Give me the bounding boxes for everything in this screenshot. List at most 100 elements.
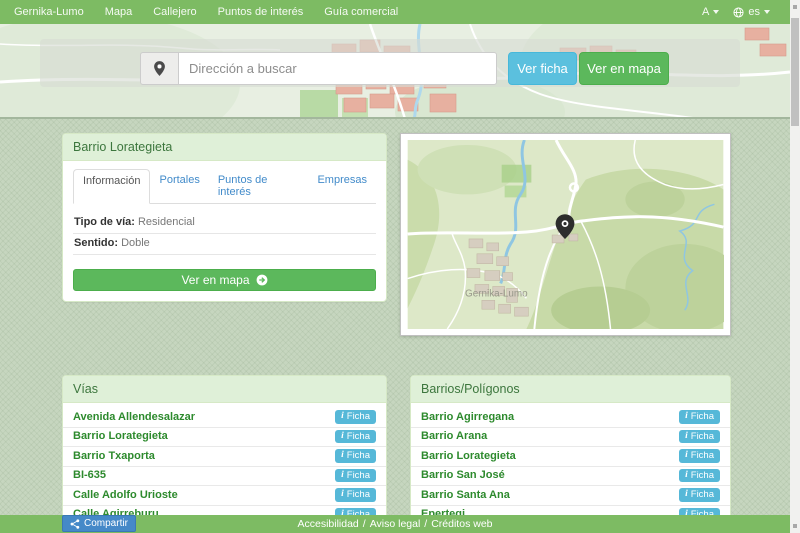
detail-tabs: Información Portales Puntos de interés E… bbox=[73, 169, 376, 204]
scroll-up-icon[interactable] bbox=[793, 5, 797, 9]
info-icon: i bbox=[685, 412, 688, 422]
barrio-link[interactable]: Barrio Santa Ana bbox=[421, 489, 510, 501]
list-item: Barrio Arana iFicha bbox=[411, 427, 730, 447]
share-icon bbox=[70, 519, 80, 529]
info-icon: i bbox=[685, 451, 688, 461]
brand-link[interactable]: Gernika-Lumo bbox=[14, 6, 84, 18]
field-tipo-de-via: Tipo de vía: Residencial bbox=[73, 213, 376, 234]
info-icon: i bbox=[341, 451, 344, 461]
detail-panel-body: Información Portales Puntos de interés E… bbox=[63, 161, 386, 301]
list-item: Barrio Txaporta iFicha bbox=[63, 446, 386, 466]
globe-icon bbox=[733, 7, 744, 18]
search-addon bbox=[140, 52, 178, 85]
caret-down-icon bbox=[713, 10, 719, 14]
vias-panel: Vías Avenida Allendesalazar iFicha Barri… bbox=[62, 375, 387, 527]
barrio-link[interactable]: Barrio Lorategieta bbox=[421, 450, 516, 462]
address-search-input[interactable] bbox=[178, 52, 497, 85]
ficha-badge[interactable]: iFicha bbox=[335, 410, 376, 424]
barrio-link[interactable]: Barrio San José bbox=[421, 469, 505, 481]
list-item: Barrio San José iFicha bbox=[411, 466, 730, 486]
field-sentido: Sentido: Doble bbox=[73, 234, 376, 255]
ficha-badge[interactable]: iFicha bbox=[679, 410, 720, 424]
card-ver-en-mapa-button[interactable]: Ver en mapa bbox=[73, 269, 376, 291]
barrios-panel: Barrios/Polígonos Barrio Agirregana iFic… bbox=[410, 375, 731, 527]
footer-link-aviso-legal[interactable]: Aviso legal bbox=[370, 518, 421, 530]
info-icon: i bbox=[341, 432, 344, 442]
ver-ficha-button[interactable]: Ver ficha bbox=[508, 52, 577, 85]
via-link[interactable]: Avenida Allendesalazar bbox=[73, 411, 195, 423]
font-size-dropdown[interactable]: A bbox=[702, 6, 719, 18]
barrio-link[interactable]: Barrio Agirregana bbox=[421, 411, 514, 423]
info-icon: i bbox=[685, 471, 688, 481]
info-icon: i bbox=[685, 432, 688, 442]
via-link[interactable]: Calle Adolfo Urioste bbox=[73, 489, 178, 501]
ficha-badge[interactable]: iFicha bbox=[335, 488, 376, 502]
barrio-link[interactable]: Barrio Arana bbox=[421, 430, 487, 442]
nav-item-callejero[interactable]: Callejero bbox=[153, 6, 196, 18]
list-item: BI-635 iFicha bbox=[63, 466, 386, 486]
info-icon: i bbox=[341, 471, 344, 481]
language-label: es bbox=[748, 6, 760, 18]
tab-empresas[interactable]: Empresas bbox=[308, 169, 376, 204]
footer-separator: / bbox=[424, 518, 427, 530]
via-link[interactable]: Barrio Lorategieta bbox=[73, 430, 168, 442]
info-icon: i bbox=[685, 490, 688, 500]
font-size-label: A bbox=[702, 6, 709, 18]
map-canvas: Gernika-Lumo bbox=[407, 140, 724, 329]
footer-link-creditos-web[interactable]: Créditos web bbox=[431, 518, 492, 530]
info-icon: i bbox=[341, 490, 344, 500]
nav-item-mapa[interactable]: Mapa bbox=[105, 6, 133, 18]
ficha-badge[interactable]: iFicha bbox=[335, 449, 376, 463]
vertical-scrollbar[interactable] bbox=[790, 0, 800, 533]
list-item: Barrio Agirregana iFicha bbox=[411, 408, 730, 427]
ficha-badge[interactable]: iFicha bbox=[679, 449, 720, 463]
ficha-badge[interactable]: iFicha bbox=[679, 488, 720, 502]
ficha-badge[interactable]: iFicha bbox=[335, 430, 376, 444]
tab-portales[interactable]: Portales bbox=[150, 169, 208, 204]
field-value: Residencial bbox=[138, 216, 195, 228]
ficha-badge[interactable]: iFicha bbox=[679, 469, 720, 483]
language-dropdown[interactable]: es bbox=[733, 6, 770, 18]
list-item: Barrio Lorategieta iFicha bbox=[63, 427, 386, 447]
top-navbar: Gernika-Lumo Mapa Callejero Puntos de in… bbox=[0, 0, 790, 24]
card-map-button-label: Ver en mapa bbox=[181, 273, 249, 287]
detail-fields: Tipo de vía: Residencial Sentido: Doble bbox=[73, 213, 376, 255]
list-item: Calle Adolfo Urioste iFicha bbox=[63, 485, 386, 505]
location-map[interactable]: Gernika-Lumo bbox=[400, 133, 731, 336]
footer-separator: / bbox=[363, 518, 366, 530]
scroll-down-icon[interactable] bbox=[793, 524, 797, 528]
vias-list: Avenida Allendesalazar iFicha Barrio Lor… bbox=[63, 403, 386, 526]
ver-en-mapa-button[interactable]: Ver en mapa bbox=[579, 52, 669, 85]
page-background: Gernika-Lumo Mapa Callejero Puntos de in… bbox=[0, 0, 790, 533]
ficha-badge[interactable]: iFicha bbox=[335, 469, 376, 483]
town-label: Gernika-Lumo bbox=[465, 288, 528, 299]
via-link[interactable]: BI-635 bbox=[73, 469, 106, 481]
list-item: Avenida Allendesalazar iFicha bbox=[63, 408, 386, 427]
scrollbar-thumb[interactable] bbox=[791, 18, 799, 126]
field-label: Tipo de vía: bbox=[74, 216, 135, 228]
barrios-panel-title: Barrios/Polígonos bbox=[411, 376, 730, 403]
detail-panel: Barrio Lorategieta Información Portales … bbox=[62, 133, 387, 302]
via-link[interactable]: Barrio Txaporta bbox=[73, 450, 155, 462]
caret-down-icon bbox=[764, 10, 770, 14]
list-item: Barrio Santa Ana iFicha bbox=[411, 485, 730, 505]
tab-puntos-de-interes[interactable]: Puntos de interés bbox=[209, 169, 309, 204]
vias-panel-title: Vías bbox=[63, 376, 386, 403]
barrios-list: Barrio Agirregana iFicha Barrio Arana iF… bbox=[411, 403, 730, 526]
map-pin-icon bbox=[153, 60, 166, 77]
address-search-group bbox=[140, 52, 497, 85]
tab-informacion[interactable]: Información bbox=[73, 169, 150, 204]
nav-item-guia-comercial[interactable]: Guía comercial bbox=[324, 6, 398, 18]
circle-arrow-right-icon bbox=[256, 274, 268, 286]
info-icon: i bbox=[341, 412, 344, 422]
share-button[interactable]: Compartir bbox=[62, 515, 136, 532]
field-value: Doble bbox=[121, 237, 150, 249]
ficha-badge[interactable]: iFicha bbox=[679, 430, 720, 444]
field-label: Sentido: bbox=[74, 237, 118, 249]
footer-link-accesibilidad[interactable]: Accesibilidad bbox=[297, 518, 358, 530]
navbar-right-group: A es bbox=[702, 6, 770, 18]
search-hero-band: Ver ficha Ver en mapa bbox=[0, 24, 790, 119]
detail-panel-title: Barrio Lorategieta bbox=[63, 134, 386, 161]
nav-item-puntos-de-interes[interactable]: Puntos de interés bbox=[218, 6, 304, 18]
share-button-label: Compartir bbox=[84, 518, 128, 529]
